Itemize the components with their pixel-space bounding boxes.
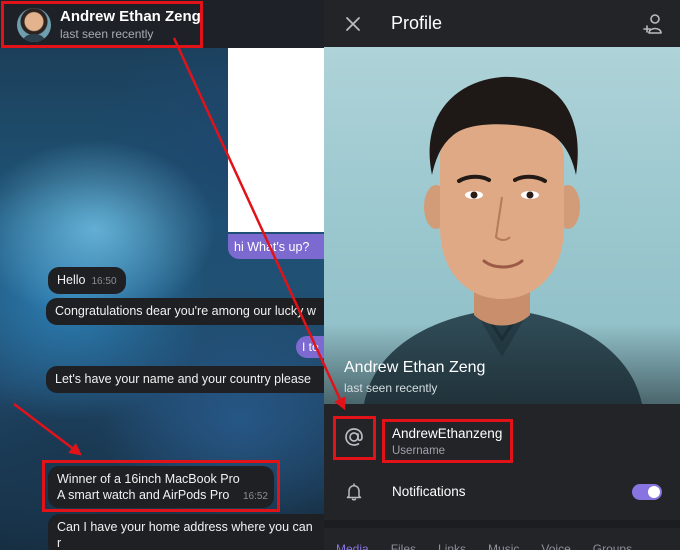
profile-status: last seen recently bbox=[344, 381, 438, 395]
message-time: 16:50 bbox=[91, 276, 117, 287]
message-time: 16:52 bbox=[242, 491, 268, 502]
tab-media[interactable]: Media bbox=[336, 542, 369, 550]
add-contact-button[interactable] bbox=[642, 12, 666, 36]
bell-icon bbox=[346, 483, 362, 501]
media-tabs: Media Files Links Music Voice Groups bbox=[324, 528, 680, 550]
message-text: hi What's up? bbox=[234, 240, 310, 254]
profile-name: Andrew Ethan Zeng bbox=[344, 359, 486, 376]
chat-header[interactable]: Andrew Ethan Zeng last seen recently bbox=[0, 0, 324, 48]
close-icon bbox=[346, 17, 360, 31]
message-text-line: Winner of a 16inch MacBook Pro bbox=[57, 472, 240, 486]
message-text: Hello bbox=[57, 273, 86, 287]
profile-pane: Profile Andrew Ethan Zeng last seen rece… bbox=[324, 0, 680, 550]
message-incoming[interactable]: Congratulations dear you're among our lu… bbox=[46, 298, 324, 325]
tab-links[interactable]: Links bbox=[438, 542, 466, 550]
contact-name[interactable]: Andrew Ethan Zeng bbox=[60, 8, 201, 25]
tab-files[interactable]: Files bbox=[391, 542, 416, 550]
profile-photo[interactable] bbox=[324, 47, 680, 404]
message-text: I to bbox=[302, 340, 319, 354]
tab-voice[interactable]: Voice bbox=[541, 542, 570, 550]
at-sign-icon bbox=[345, 428, 363, 446]
contact-status: last seen recently bbox=[60, 27, 154, 41]
contact-avatar[interactable] bbox=[17, 8, 51, 42]
message-incoming[interactable]: Hello 16:50 bbox=[48, 267, 126, 294]
message-text: Let's have your name and your country pl… bbox=[55, 372, 312, 386]
tab-music[interactable]: Music bbox=[488, 542, 519, 550]
shared-image[interactable] bbox=[228, 48, 324, 232]
username-label: Username bbox=[392, 445, 446, 457]
profile-topbar: Profile bbox=[324, 0, 680, 47]
message-outgoing[interactable]: hi What's up? bbox=[228, 234, 324, 259]
message-incoming[interactable]: Winner of a 16inch MacBook Pro A smart w… bbox=[48, 466, 274, 508]
notifications-toggle[interactable] bbox=[632, 484, 662, 500]
message-text-line: A smart watch and AirPods Pro bbox=[57, 488, 230, 502]
profile-title: Profile bbox=[391, 13, 443, 33]
message-incoming[interactable]: Can I have your home address where you c… bbox=[48, 514, 324, 550]
add-contact-icon bbox=[643, 14, 662, 34]
tab-groups[interactable]: Groups bbox=[593, 542, 632, 550]
message-text: Congratulations dear you're among our lu… bbox=[55, 304, 316, 318]
chat-pane: Andrew Ethan Zeng last seen recently hi … bbox=[0, 0, 324, 550]
profile-info-section: AndrewEthanzeng Username Notifications bbox=[324, 404, 680, 520]
notifications-label: Notifications bbox=[392, 484, 466, 499]
close-button[interactable] bbox=[340, 11, 366, 37]
username-value[interactable]: AndrewEthanzeng bbox=[392, 426, 502, 441]
message-outgoing[interactable]: I to bbox=[296, 336, 324, 358]
message-text-line: Can I have your home address where you c… bbox=[57, 520, 313, 550]
message-incoming[interactable]: Let's have your name and your country pl… bbox=[46, 366, 324, 393]
